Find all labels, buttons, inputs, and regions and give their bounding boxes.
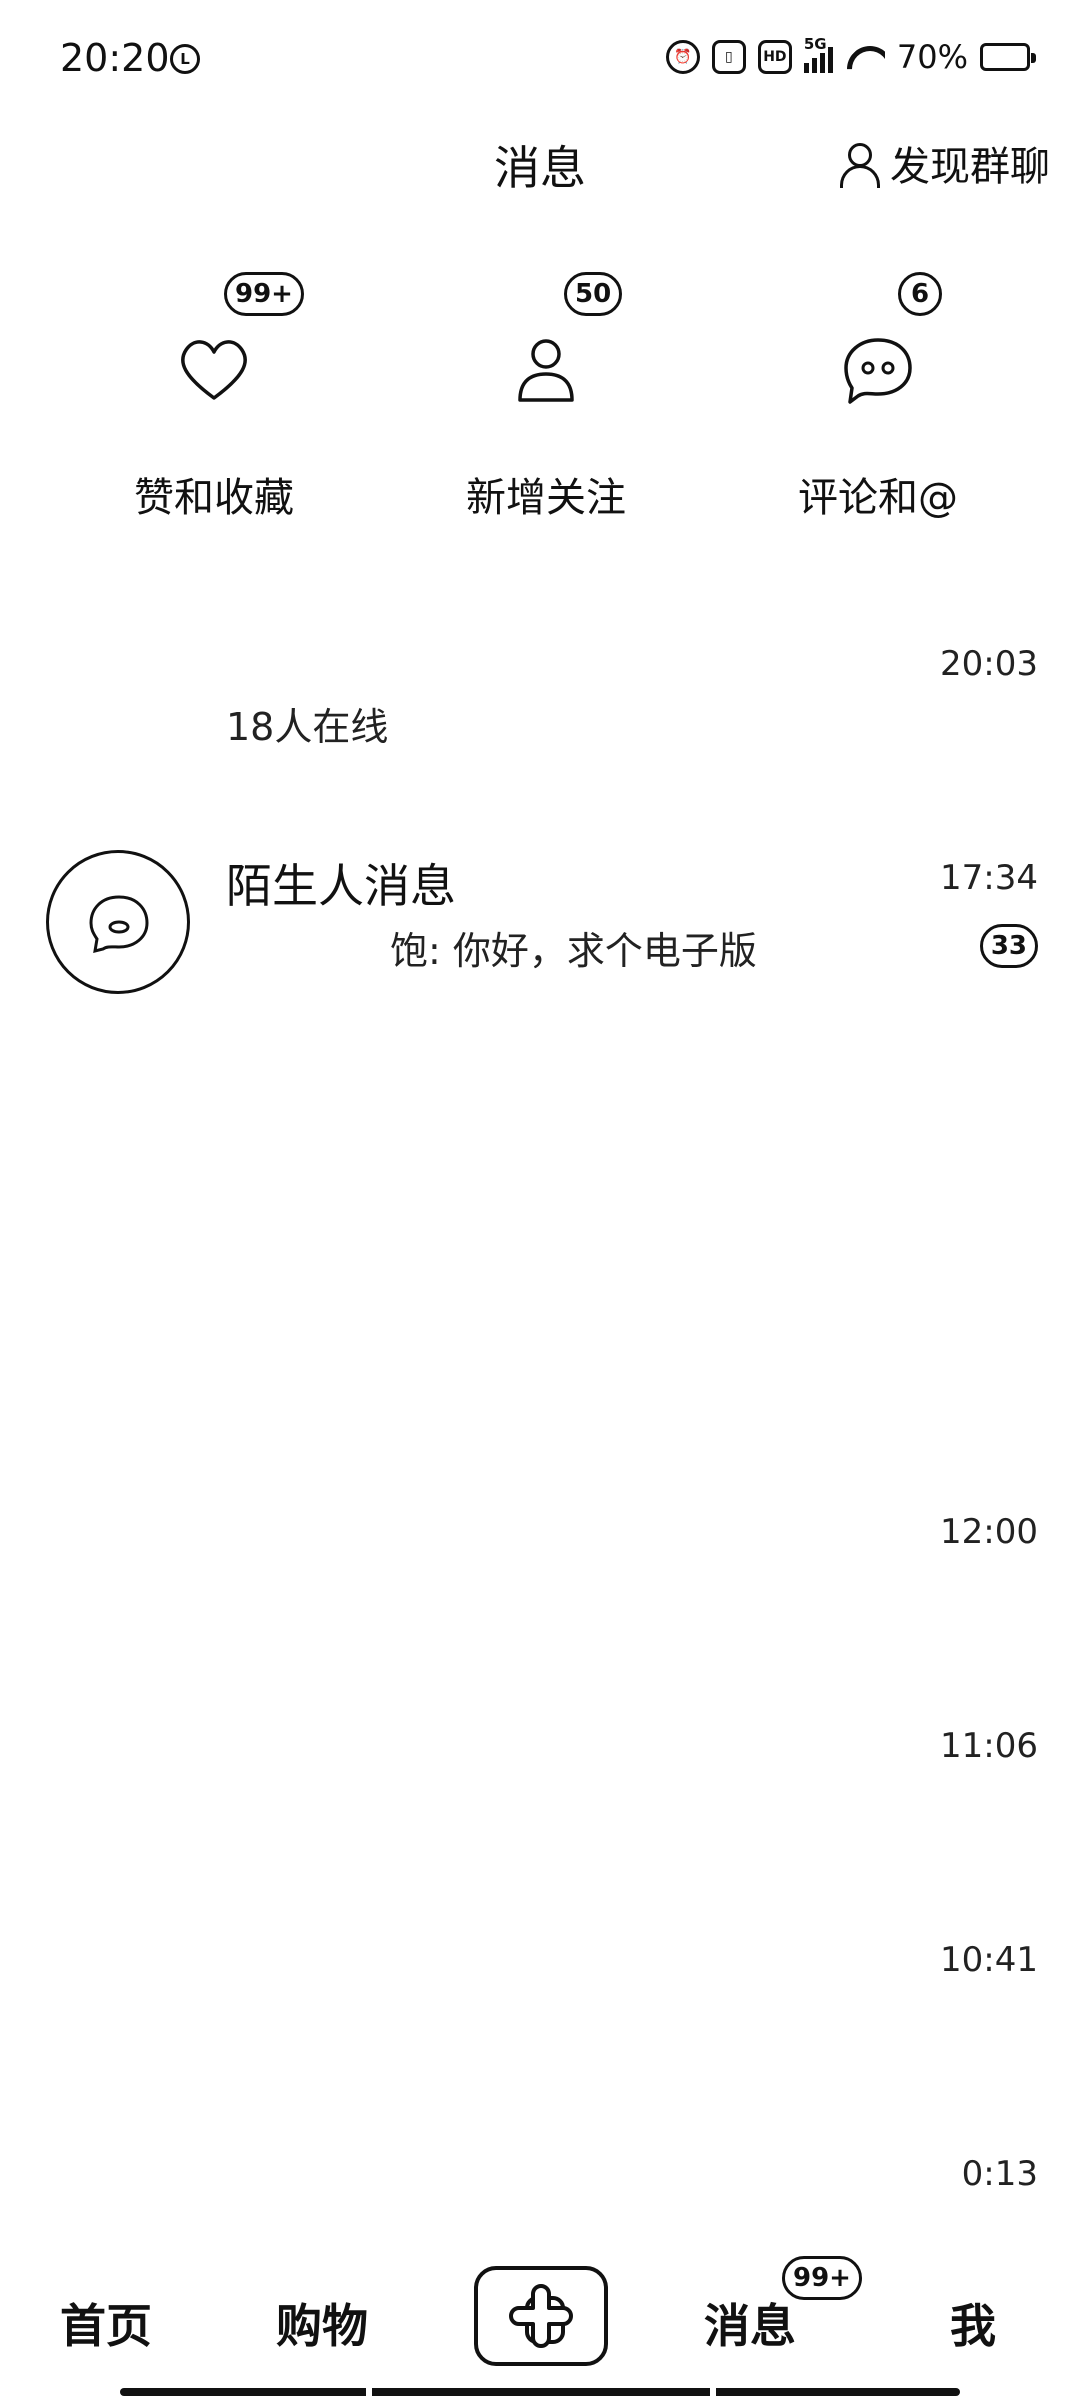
person-icon bbox=[518, 339, 574, 402]
vibrate-icon: ▯ bbox=[711, 40, 746, 74]
add-post-button[interactable] bbox=[474, 2266, 608, 2366]
quick-entries: 99+ 赞和收藏 50 新增关注 6 评论和@ bbox=[0, 250, 1080, 540]
messages-screen: 20:20 L ⏰ ▯ HD 5G 70% 消息 发现群聊 99+ 赞和收藏 5… bbox=[0, 0, 1080, 2400]
wifi-icon bbox=[845, 42, 885, 72]
status-icons: ⏰ ▯ HD 5G 70% bbox=[665, 35, 1036, 76]
status-bar: 20:20 L ⏰ ▯ HD 5G 70% bbox=[0, 0, 1080, 120]
bottom-navigation: 首页 购物 消息 99+ 我 bbox=[0, 2240, 1080, 2400]
header: 消息 发现群聊 bbox=[0, 120, 1080, 230]
plus-icon bbox=[509, 2284, 573, 2348]
nav-messages[interactable]: 消息 bbox=[704, 2290, 796, 2356]
followers-badge: 50 bbox=[564, 272, 623, 316]
conversation-time: 17:34 bbox=[940, 858, 1038, 898]
nav-home[interactable]: 首页 bbox=[60, 2290, 152, 2356]
discover-group-label: 发现群聊 bbox=[890, 144, 1050, 190]
lock-icon: L bbox=[170, 44, 200, 74]
conversation-row-strangers[interactable]: 陌生人消息 饱: 你好，求个电子版 17:34 33 bbox=[0, 814, 1080, 1028]
conversation-row[interactable]: 12:00 bbox=[0, 1468, 1080, 1682]
hd-icon: HD bbox=[757, 40, 792, 74]
conversation-row[interactable]: 10:41 bbox=[0, 1896, 1080, 2110]
new-followers-label: 新增关注 bbox=[466, 475, 626, 521]
likes-and-favorites-entry[interactable]: 99+ 赞和收藏 bbox=[74, 250, 354, 540]
conversation-row[interactable]: 18人在线 20:03 bbox=[0, 600, 1080, 814]
conversation-subtitle: 18人在线 bbox=[226, 705, 389, 749]
battery-icon bbox=[980, 43, 1036, 71]
stranger-avatar bbox=[46, 850, 190, 994]
comments-badge: 6 bbox=[898, 272, 942, 316]
conversation-time: 0:13 bbox=[961, 2154, 1038, 2194]
conversation-title: 陌生人消息 bbox=[226, 859, 456, 913]
heart-icon bbox=[181, 340, 247, 400]
conversation-time: 11:06 bbox=[940, 1726, 1038, 1766]
new-followers-entry[interactable]: 50 新增关注 bbox=[406, 250, 686, 540]
conversation-time: 20:03 bbox=[940, 644, 1038, 684]
battery-percent: 70% bbox=[896, 38, 968, 76]
unread-badge: 33 bbox=[979, 924, 1038, 968]
comments-and-mentions-entry[interactable]: 6 评论和@ bbox=[738, 250, 1018, 540]
chat-bubble-icon bbox=[89, 895, 149, 954]
chat-bubble-icon bbox=[844, 338, 912, 404]
conversation-subtitle: 饱: 你好，求个电子版 bbox=[390, 929, 757, 973]
messages-badge: 99+ bbox=[782, 2256, 862, 2300]
conversation-time: 12:00 bbox=[940, 1512, 1038, 1552]
discover-group-button[interactable]: 发现群聊 bbox=[838, 134, 1050, 192]
likes-and-favorites-label: 赞和收藏 bbox=[134, 475, 294, 521]
conversation-time: 10:41 bbox=[940, 1940, 1038, 1980]
home-indicator[interactable] bbox=[120, 2388, 960, 2396]
nav-me[interactable]: 我 bbox=[950, 2290, 996, 2356]
conversation-row[interactable]: 11:06 bbox=[0, 1682, 1080, 1896]
signal-icon: 5G bbox=[803, 35, 833, 73]
nav-shopping[interactable]: 购物 bbox=[276, 2290, 368, 2356]
alarm-icon: ⏰ bbox=[665, 40, 700, 74]
status-time: 20:20 bbox=[60, 36, 170, 80]
person-icon bbox=[838, 143, 880, 188]
comments-and-mentions-label: 评论和@ bbox=[798, 475, 958, 521]
likes-badge: 99+ bbox=[224, 272, 304, 316]
